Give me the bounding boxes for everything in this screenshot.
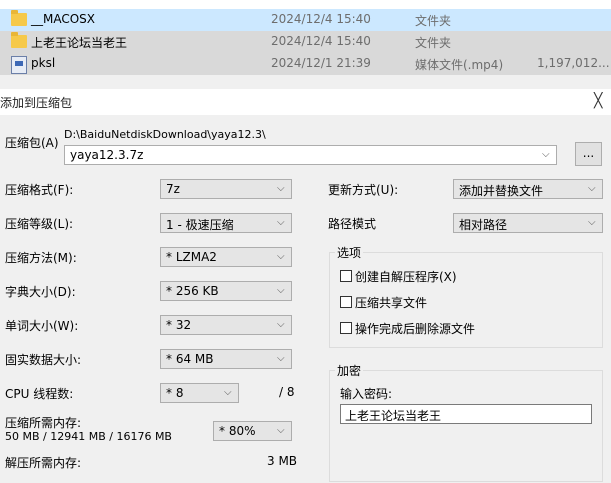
format-select[interactable]: 7z ⌵ <box>160 179 292 199</box>
shared-label[interactable]: 压缩共享文件 <box>355 294 427 311</box>
file-date: 2024/12/4 15:40 <box>271 12 371 26</box>
method-label: 压缩方法(M): <box>5 251 77 265</box>
path-value: 相对路径 <box>459 218 508 232</box>
cpu-label: CPU 线程数: <box>5 387 74 401</box>
chevron-down-icon: ⌵ <box>277 217 285 228</box>
password-value: 上老王论坛当老王 <box>345 409 442 423</box>
solid-value: * 64 MB <box>166 352 214 366</box>
file-name: 上老王论坛当老王 <box>31 36 128 50</box>
update-value: 添加并替换文件 <box>459 184 544 198</box>
mem-comp-value: * 80% <box>219 424 256 438</box>
file-date: 2024/12/4 15:40 <box>271 34 371 48</box>
level-label: 压缩等级(L): <box>5 217 74 231</box>
password-label: 输入密码: <box>340 387 393 401</box>
password-input[interactable]: 上老王论坛当老王 <box>340 404 592 424</box>
sfx-label[interactable]: 创建自解压程序(X) <box>355 268 457 285</box>
delete-source-label[interactable]: 操作完成后删除源文件 <box>355 320 475 337</box>
chevron-down-icon: ⌵ <box>277 319 285 330</box>
word-value: * 32 <box>166 318 192 332</box>
chevron-down-icon: ⌵ <box>277 353 285 364</box>
file-type: 媒体文件(.mp4) <box>415 58 504 72</box>
file-list: __MACOSX 2024/12/4 15:40 文件夹 上老王论坛当老王 20… <box>0 0 611 75</box>
chevron-down-icon: ⌵ <box>277 425 285 436</box>
file-type: 文件夹 <box>415 36 452 50</box>
archive-label: 压缩包(A) <box>5 136 59 150</box>
file-size: 1,197,012... <box>537 56 610 70</box>
close-icon[interactable]: ╳ <box>594 93 602 109</box>
chevron-down-icon: ⌵ <box>542 149 550 160</box>
archive-name-combo[interactable]: yaya12.3.7z ⌵ <box>64 145 557 165</box>
sfx-checkbox[interactable] <box>340 270 352 282</box>
options-title: 选项 <box>335 244 364 261</box>
file-row-macosx[interactable]: __MACOSX 2024/12/4 15:40 文件夹 <box>0 9 611 31</box>
word-label: 单词大小(W): <box>5 319 79 333</box>
solid-select[interactable]: * 64 MB ⌵ <box>160 349 292 369</box>
folder-icon <box>11 10 27 26</box>
file-date: 2024/12/1 21:39 <box>271 56 371 70</box>
format-value: 7z <box>166 182 180 196</box>
chevron-down-icon: ⌵ <box>277 251 285 262</box>
file-type: 文件夹 <box>415 14 452 28</box>
path-label: 路径模式 <box>328 217 377 231</box>
mem-comp-detail: 50 MB / 12941 MB / 16176 MB <box>5 430 172 443</box>
folder-icon <box>11 32 27 48</box>
mem-comp-select[interactable]: * 80% ⌵ <box>213 421 292 441</box>
cpu-value: * 8 <box>166 386 184 400</box>
file-row-folder[interactable]: 上老王论坛当老王 2024/12/4 15:40 文件夹 <box>0 31 611 53</box>
delete-source-checkbox[interactable] <box>340 322 352 334</box>
shared-checkbox[interactable] <box>340 296 352 308</box>
file-row-pksl[interactable]: pksl 2024/12/1 21:39 媒体文件(.mp4) 1,197,01… <box>0 53 611 75</box>
format-label: 压缩格式(F): <box>5 183 74 197</box>
dialog-title: 添加到压缩包 <box>0 96 73 110</box>
chevron-down-icon: ⌵ <box>277 183 285 194</box>
word-select[interactable]: * 32 ⌵ <box>160 315 292 335</box>
update-label: 更新方式(U): <box>328 183 399 197</box>
dict-select[interactable]: * 256 KB ⌵ <box>160 281 292 301</box>
level-value: 1 - 极速压缩 <box>166 218 234 232</box>
cpu-total: / 8 <box>279 385 295 399</box>
file-name: pksl <box>31 56 56 70</box>
browse-button[interactable]: ... <box>575 142 602 166</box>
mem-decomp-label: 解压所需内存: <box>5 456 82 470</box>
path-select[interactable]: 相对路径 ⌵ <box>453 213 603 233</box>
chevron-down-icon: ⌵ <box>588 217 596 228</box>
encryption-title: 加密 <box>335 362 364 379</box>
file-name: __MACOSX <box>31 12 96 26</box>
cpu-select[interactable]: * 8 ⌵ <box>160 383 239 403</box>
mem-decomp-value: 3 MB <box>267 454 298 468</box>
dict-label: 字典大小(D): <box>5 285 76 299</box>
chevron-down-icon: ⌵ <box>224 387 232 398</box>
solid-label: 固实数据大小: <box>5 353 82 367</box>
dialog-titlebar[interactable]: 添加到压缩包 ╳ <box>0 89 611 115</box>
dict-value: * 256 KB <box>166 284 219 298</box>
mem-comp-label: 压缩所需内存: <box>5 416 82 430</box>
archive-name-value: yaya12.3.7z <box>70 148 144 162</box>
method-value: * LZMA2 <box>166 250 217 264</box>
level-select[interactable]: 1 - 极速压缩 ⌵ <box>160 213 292 233</box>
method-select[interactable]: * LZMA2 ⌵ <box>160 247 292 267</box>
media-file-icon <box>11 56 27 74</box>
update-select[interactable]: 添加并替换文件 ⌵ <box>453 179 603 199</box>
chevron-down-icon: ⌵ <box>588 183 596 194</box>
archive-path: D:\BaiduNetdiskDownload\yaya12.3\ <box>64 128 266 141</box>
chevron-down-icon: ⌵ <box>277 285 285 296</box>
